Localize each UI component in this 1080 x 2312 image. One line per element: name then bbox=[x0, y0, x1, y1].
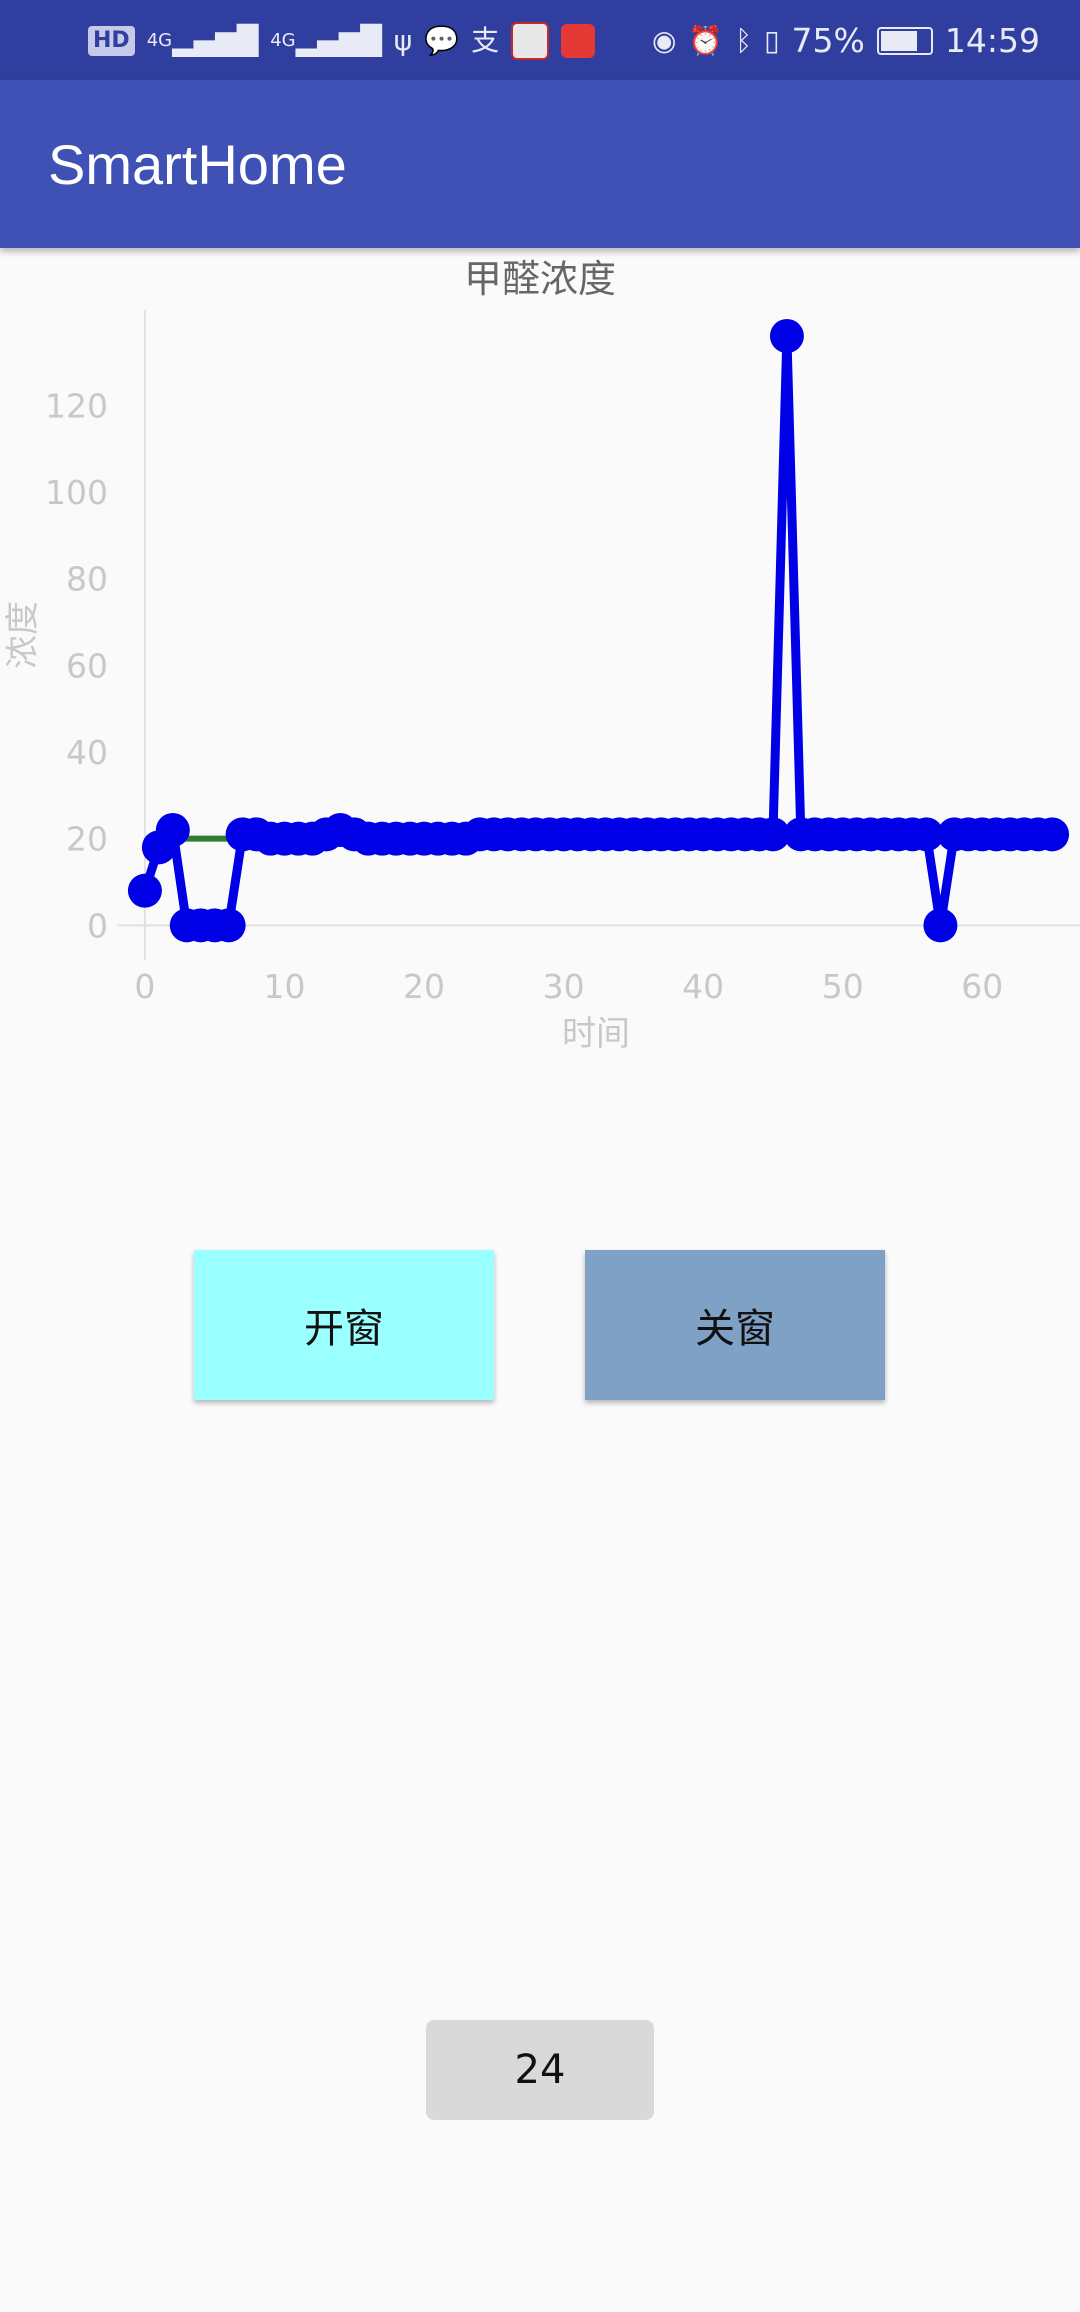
y-tick-label: 20 bbox=[66, 820, 108, 859]
signal-4g-1-icon: 4G▂▄▆█ bbox=[146, 24, 259, 57]
data-point bbox=[923, 908, 958, 943]
close-window-button[interactable]: 关窗 bbox=[585, 1250, 885, 1400]
formaldehyde-line-chart: 甲醛浓度 0 20 40 60 80 100 120 0 10 20 30 40 50 60 时间 浓度 bbox=[3, 257, 1080, 1054]
battery-icon bbox=[876, 27, 933, 55]
y-tick-label: 40 bbox=[66, 733, 108, 772]
alipay-icon: 支 bbox=[471, 24, 500, 57]
data-point bbox=[127, 873, 162, 908]
message-icon: 💬 bbox=[424, 24, 460, 57]
data-point bbox=[155, 813, 190, 847]
bluetooth-icon: ᛒ bbox=[735, 24, 753, 57]
x-tick-label: 50 bbox=[822, 967, 864, 1006]
value-display: 24 bbox=[426, 2020, 654, 2120]
x-tick-label: 10 bbox=[263, 967, 305, 1006]
x-tick-label: 30 bbox=[543, 967, 585, 1006]
y-tick-label: 120 bbox=[45, 386, 108, 425]
status-bar-right: ◉ ⏰ ᛒ ▯ 75% 14:59 bbox=[652, 18, 1040, 64]
alarm-icon: ⏰ bbox=[688, 24, 724, 57]
y-tick-label: 0 bbox=[87, 906, 108, 945]
vibrate-icon: ▯ bbox=[764, 24, 780, 57]
x-tick-label: 0 bbox=[134, 967, 155, 1006]
y-tick-label: 60 bbox=[66, 646, 108, 685]
clock: 14:59 bbox=[944, 21, 1040, 60]
open-window-button[interactable]: 开窗 bbox=[194, 1250, 494, 1400]
x-tick-label: 40 bbox=[682, 967, 724, 1006]
y-axis-ticks: 0 20 40 60 80 100 120 bbox=[45, 386, 108, 945]
y-tick-label: 80 bbox=[66, 560, 108, 599]
y-tick-label: 100 bbox=[45, 473, 108, 512]
x-tick-label: 20 bbox=[403, 967, 445, 1006]
app-title: SmartHome bbox=[48, 133, 347, 196]
red-app-icon bbox=[561, 24, 596, 58]
y-axis-label: 浓度 bbox=[3, 601, 43, 669]
app-bar: SmartHome bbox=[0, 80, 1080, 248]
usb-icon: ψ bbox=[393, 24, 413, 57]
chart-title: 甲醛浓度 bbox=[464, 257, 616, 301]
battery-percent: 75% bbox=[791, 21, 865, 60]
data-point bbox=[211, 908, 246, 943]
x-tick-label: 60 bbox=[961, 967, 1003, 1006]
chart-series bbox=[127, 319, 1070, 943]
data-point bbox=[1035, 817, 1070, 852]
x-axis-label: 时间 bbox=[562, 1014, 630, 1054]
data-point bbox=[769, 319, 804, 353]
signal-4g-2-icon: 4G▂▄▆█ bbox=[270, 24, 382, 57]
status-bar-left: HD 4G▂▄▆█ 4G▂▄▆█ ψ 💬 支 bbox=[88, 18, 596, 64]
x-axis-ticks: 0 10 20 30 40 50 60 bbox=[134, 967, 1003, 1006]
status-bar: HD 4G▂▄▆█ 4G▂▄▆█ ψ 💬 支 ◉ ⏰ ᛒ ▯ 75% 14:59 bbox=[0, 0, 1080, 80]
hd-icon: HD bbox=[88, 26, 135, 56]
eye-icon: ◉ bbox=[651, 24, 677, 57]
zhihu-app-icon bbox=[511, 22, 550, 60]
